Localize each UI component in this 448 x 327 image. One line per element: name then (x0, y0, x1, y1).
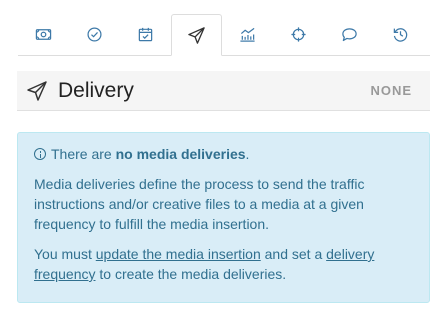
alert-description: Media deliveries define the process to s… (34, 176, 365, 232)
tab-comments[interactable] (324, 14, 375, 55)
status-badge: NONE (370, 83, 412, 98)
tab-validation[interactable] (69, 14, 120, 55)
instruction-start: You must (34, 246, 96, 262)
tab-statistics[interactable] (222, 14, 273, 55)
crosshair-icon (291, 27, 306, 42)
history-icon (393, 28, 408, 42)
instruction-middle: and set a (260, 246, 327, 262)
chart-icon (240, 27, 255, 42)
alert-summary-prefix: There are (51, 146, 112, 162)
info-icon (34, 148, 46, 160)
tab-targeting[interactable] (273, 14, 324, 55)
info-alert: There are no media deliveries. Media del… (17, 132, 430, 303)
alert-instruction: You must update the media insertion and … (34, 244, 414, 284)
tab-bar (18, 14, 430, 56)
alert-summary-suffix: . (245, 146, 250, 162)
calendar-check-icon (138, 27, 153, 42)
tab-budget[interactable] (18, 14, 69, 55)
delivery-header: Delivery NONE (17, 71, 430, 111)
instruction-end: to create the media deliveries. (95, 266, 287, 282)
paper-plane-icon (188, 26, 205, 44)
tab-history[interactable] (375, 14, 426, 55)
tab-delivery[interactable] (171, 14, 222, 56)
update-media-insertion-link[interactable]: update the media insertion (96, 246, 261, 262)
page-title: Delivery (58, 79, 134, 102)
money-icon (35, 29, 52, 40)
paper-plane-icon (27, 81, 47, 101)
alert-summary-emphasis: no media deliveries (115, 146, 246, 162)
check-circle-icon (87, 27, 102, 42)
alert-summary: There are no media deliveries. (34, 144, 249, 164)
comment-icon (342, 28, 357, 42)
tab-schedule[interactable] (120, 14, 171, 55)
